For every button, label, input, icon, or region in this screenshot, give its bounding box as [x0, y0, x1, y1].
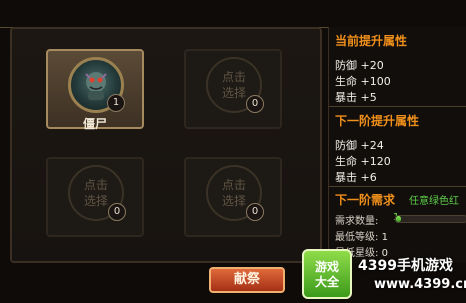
next-attrs-title: 下一阶提升属性: [335, 114, 420, 128]
sacrifice-slots-panel: 1 僵尸 点击 选择 0 点击 选择 0 点击 选择 0: [10, 27, 322, 263]
next-hp: 生命 +120: [335, 155, 391, 168]
min-level-value: 1: [381, 232, 388, 243]
requirements-title: 下一阶需求: [335, 193, 396, 207]
watermark-logo: 游戏 大全: [302, 249, 352, 299]
slot-count: 0: [108, 203, 126, 221]
slot-3[interactable]: 点击 选择 0: [46, 157, 144, 237]
monster-portrait: 1: [68, 57, 125, 113]
donate-button[interactable]: 献祭: [209, 267, 285, 293]
current-crit: 暴击 +5: [335, 91, 377, 104]
min-level-label: 最低等级:: [335, 232, 379, 243]
attributes-panel: 当前提升属性 防御 +20 生命 +100 暴击 +5 下一阶提升属性 防御 +…: [328, 27, 466, 263]
empty-slot-circle: 点击 选择 0: [206, 57, 264, 113]
slot-2[interactable]: 点击 选择 0: [184, 49, 282, 129]
current-attrs-title: 当前提升属性: [335, 34, 408, 48]
next-crit: 暴击 +6: [335, 171, 377, 184]
min-level-row: 最低等级: 1: [335, 228, 388, 243]
empty-slot-circle: 点击 选择 0: [68, 165, 126, 221]
screen: 1 僵尸 点击 选择 0 点击 选择 0 点击 选择 0 当前提升属性 防御 +…: [0, 0, 466, 303]
slot-count: 1: [107, 94, 125, 112]
watermark-site: 4399手机游戏: [358, 258, 453, 274]
qty-label: 需求数量:: [335, 216, 379, 227]
slot-count: 0: [246, 203, 264, 221]
slot-4[interactable]: 点击 选择 0: [184, 157, 282, 237]
slot-1[interactable]: 1 僵尸: [46, 49, 144, 131]
watermark: 游戏 大全 4399手机游戏 www.4399.cn: [302, 249, 466, 301]
current-hp: 生命 +100: [335, 75, 391, 88]
slot-count: 0: [246, 95, 264, 113]
watermark-domain: www.4399.cn: [374, 277, 466, 292]
empty-slot-circle: 点击 选择 0: [206, 165, 264, 221]
divider: [329, 186, 466, 187]
qty-progress-bar: [395, 215, 466, 223]
slot-name: 僵尸: [82, 117, 107, 131]
zombie-icon: [85, 72, 107, 100]
qty-progress-fill: [396, 216, 401, 222]
requirements-hint: 任意绿色红: [409, 196, 459, 207]
current-defense: 防御 +20: [335, 59, 384, 72]
divider: [329, 106, 466, 107]
next-defense: 防御 +24: [335, 139, 384, 152]
